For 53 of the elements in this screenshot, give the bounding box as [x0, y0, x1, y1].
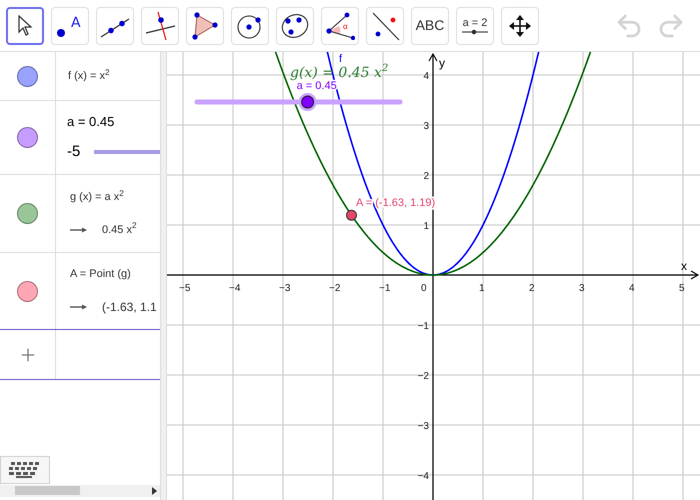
- scrollbar-thumb[interactable]: [15, 486, 80, 495]
- slider-tool-label: a = 2: [462, 16, 488, 28]
- object-definition[interactable]: g (x) = a x$^{2}$: [70, 189, 160, 206]
- y-axis-label: y: [439, 56, 445, 70]
- x-tick-label: 4: [629, 283, 635, 294]
- x-tick-label: −3: [279, 283, 290, 294]
- slider-min-value: -5: [67, 142, 80, 162]
- slider-line-icon: [462, 28, 488, 34]
- tool-button[interactable]: α: [321, 6, 359, 44]
- slider-thumb[interactable]: [298, 93, 317, 111]
- cursor-arrow-icon: [17, 14, 33, 36]
- x-tick-label: −1: [379, 283, 390, 294]
- x-tick-label: −2: [329, 283, 340, 294]
- slider-track[interactable]: [94, 150, 160, 154]
- y-tick-label: 2: [423, 171, 429, 182]
- keyboard-icon: [8, 462, 42, 478]
- arrow-right-icon: [70, 226, 88, 233]
- y-tick-label: 4: [423, 71, 429, 82]
- four-way-arrow-icon: [508, 14, 532, 38]
- tool-button[interactable]: [6, 6, 44, 44]
- keyboard-button[interactable]: [0, 456, 50, 484]
- y-tick-label: −4: [418, 471, 429, 482]
- tool-button[interactable]: A: [51, 6, 89, 44]
- function-definition[interactable]: f (x) = x$^{2}$: [68, 68, 110, 84]
- text-tool-label: ABC: [416, 16, 444, 35]
- y-tick-label: 1: [423, 221, 429, 232]
- function-label: f: [339, 53, 342, 65]
- object-definition[interactable]: A = Point (g): [70, 266, 160, 282]
- slider-definition[interactable]: a = 0.45: [67, 112, 160, 131]
- y-tick-label: 3: [423, 121, 429, 132]
- object-value: 0.45 x$^{2}$: [102, 222, 137, 238]
- y-tick-label: −2: [418, 371, 429, 382]
- slider-track[interactable]: [194, 93, 402, 111]
- x-tick-label: 2: [529, 283, 535, 294]
- y-tick-label: −3: [418, 421, 429, 432]
- reflect-line-icon: [370, 10, 400, 40]
- x-tick-label: 0: [421, 283, 427, 294]
- x-tick-label: −5: [179, 283, 190, 294]
- tool-button[interactable]: a = 2: [456, 6, 494, 44]
- ellipse-icon: [280, 12, 310, 40]
- x-axis-label: x: [681, 259, 687, 273]
- x-tick-label: 3: [579, 283, 585, 294]
- x-tick-label: −4: [229, 283, 240, 294]
- arrow-right-icon: [70, 304, 88, 310]
- triangle-icon: [191, 10, 219, 40]
- x-tick-label: 1: [479, 283, 485, 294]
- x-tick-label: 5: [679, 283, 685, 294]
- tool-button[interactable]: ABC: [411, 6, 449, 44]
- point[interactable]: [346, 210, 357, 221]
- perpendicular-line-icon: [144, 10, 176, 40]
- object-value: (-1.63, 1.1: [102, 299, 157, 316]
- y-tick-label: −1: [418, 321, 429, 332]
- scroll-right-icon[interactable]: [152, 487, 157, 495]
